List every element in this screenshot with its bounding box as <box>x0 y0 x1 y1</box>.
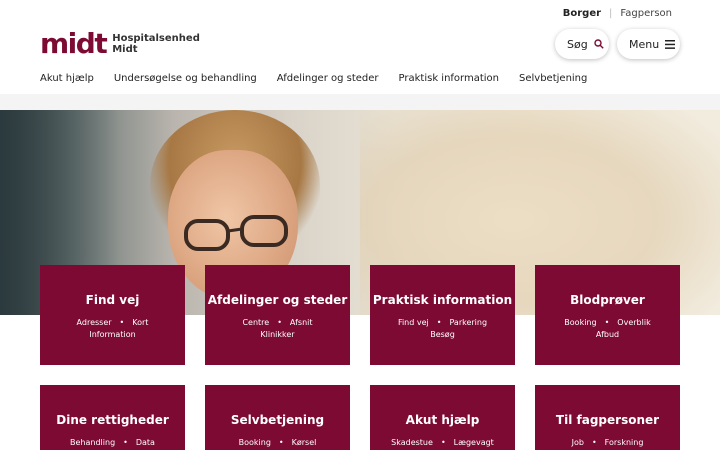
tile-link[interactable]: Forskning <box>605 438 644 447</box>
tile-links: Job • Forskning <box>571 438 644 447</box>
tile-akut-hjaelp[interactable]: Akut hjælp Skadestue • Lægevagt <box>370 385 515 450</box>
logo-mark: midt <box>40 27 108 60</box>
nav-item-selvbetjening[interactable]: Selvbetjening <box>519 73 587 84</box>
search-button[interactable]: Søg <box>555 29 609 59</box>
logo-text-line1: Hospitalsenhed <box>112 33 200 44</box>
tile-link[interactable]: Besøg <box>430 330 455 339</box>
tile-link[interactable]: Booking <box>239 438 271 447</box>
menu-button[interactable]: Menu <box>617 29 680 59</box>
tile-link[interactable]: Centre <box>242 318 269 327</box>
tile-links: Behandling • Data <box>70 438 155 447</box>
tile-link[interactable]: Afsnit <box>290 318 313 327</box>
tile-title: Afdelinger og steder <box>207 293 348 307</box>
nav-item-akut[interactable]: Akut hjælp <box>40 73 94 84</box>
site-logo[interactable]: midt Hospitalsenhed Midt <box>40 30 200 58</box>
hero-glasses <box>184 215 288 251</box>
nav-divider-band <box>0 94 720 110</box>
tile-link[interactable]: Kørsel <box>292 438 317 447</box>
main-nav: Akut hjælp Undersøgelse og behandling Af… <box>40 73 607 84</box>
tile-link[interactable]: Skadestue <box>391 438 433 447</box>
tile-link[interactable]: Afbud <box>596 330 619 339</box>
tile-link[interactable]: Parkering <box>449 318 487 327</box>
tile-link[interactable]: Data <box>136 438 155 447</box>
tile-links: Find vej • Parkering Besøg <box>397 318 488 339</box>
tile-link[interactable]: Information <box>89 330 135 339</box>
tile-link[interactable]: Kort <box>132 318 148 327</box>
tile-title: Akut hjælp <box>405 413 480 427</box>
tile-title: Find vej <box>85 293 140 307</box>
tile-blodproever[interactable]: Blodprøver Booking • Overblik Afbud <box>535 265 680 365</box>
audience-fagperson-link[interactable]: Fagperson <box>620 8 672 19</box>
menu-button-label: Menu <box>629 37 660 51</box>
tile-links: Skadestue • Lægevagt <box>391 438 494 447</box>
search-icon <box>594 39 604 49</box>
tile-link[interactable]: Job <box>572 438 584 447</box>
tile-selvbetjening[interactable]: Selvbetjening Booking • Kørsel <box>205 385 350 450</box>
tile-find-vej[interactable]: Find vej Adresser • Kort Information <box>40 265 185 365</box>
audience-divider: | <box>609 8 613 19</box>
nav-item-praktisk[interactable]: Praktisk information <box>399 73 499 84</box>
tile-link[interactable]: Booking <box>564 318 596 327</box>
tile-link[interactable]: Find vej <box>398 318 429 327</box>
tile-link[interactable]: Klinikker <box>260 330 294 339</box>
tile-praktisk[interactable]: Praktisk information Find vej • Parkering … <box>370 265 515 365</box>
tile-link[interactable]: Behandling <box>70 438 115 447</box>
tile-links: Booking • Overblik Afbud <box>564 318 651 339</box>
audience-borger-link[interactable]: Borger <box>563 8 601 19</box>
tile-links: Booking • Kørsel <box>238 438 317 447</box>
tile-link[interactable]: Adresser <box>77 318 112 327</box>
hamburger-icon <box>665 39 676 49</box>
tile-link[interactable]: Overblik <box>617 318 650 327</box>
tile-links: Centre • Afsnit Klinikker <box>242 318 313 339</box>
tile-title: Dine rettigheder <box>56 413 169 427</box>
logo-text: Hospitalsenhed Midt <box>112 33 200 55</box>
tile-title: Praktisk information <box>372 293 513 307</box>
tile-rettigheder[interactable]: Dine rettigheder Behandling • Data <box>40 385 185 450</box>
nav-item-undersoegelse[interactable]: Undersøgelse og behandling <box>114 73 257 84</box>
tile-title: Til fagpersoner <box>555 413 660 427</box>
nav-item-afdelinger[interactable]: Afdelinger og steder <box>277 73 379 84</box>
tile-links: Adresser • Kort Information <box>76 318 149 339</box>
tile-title: Selvbetjening <box>230 413 325 427</box>
tile-fagpersoner[interactable]: Til fagpersoner Job • Forskning <box>535 385 680 450</box>
tile-afdelinger[interactable]: Afdelinger og steder Centre • Afsnit Klini… <box>205 265 350 365</box>
tile-title: Blodprøver <box>570 293 645 307</box>
logo-text-line2: Midt <box>112 44 138 55</box>
tile-link[interactable]: Lægevagt <box>454 438 494 447</box>
audience-switch: Borger | Fagperson <box>563 8 672 19</box>
search-button-label: Søg <box>567 37 588 51</box>
